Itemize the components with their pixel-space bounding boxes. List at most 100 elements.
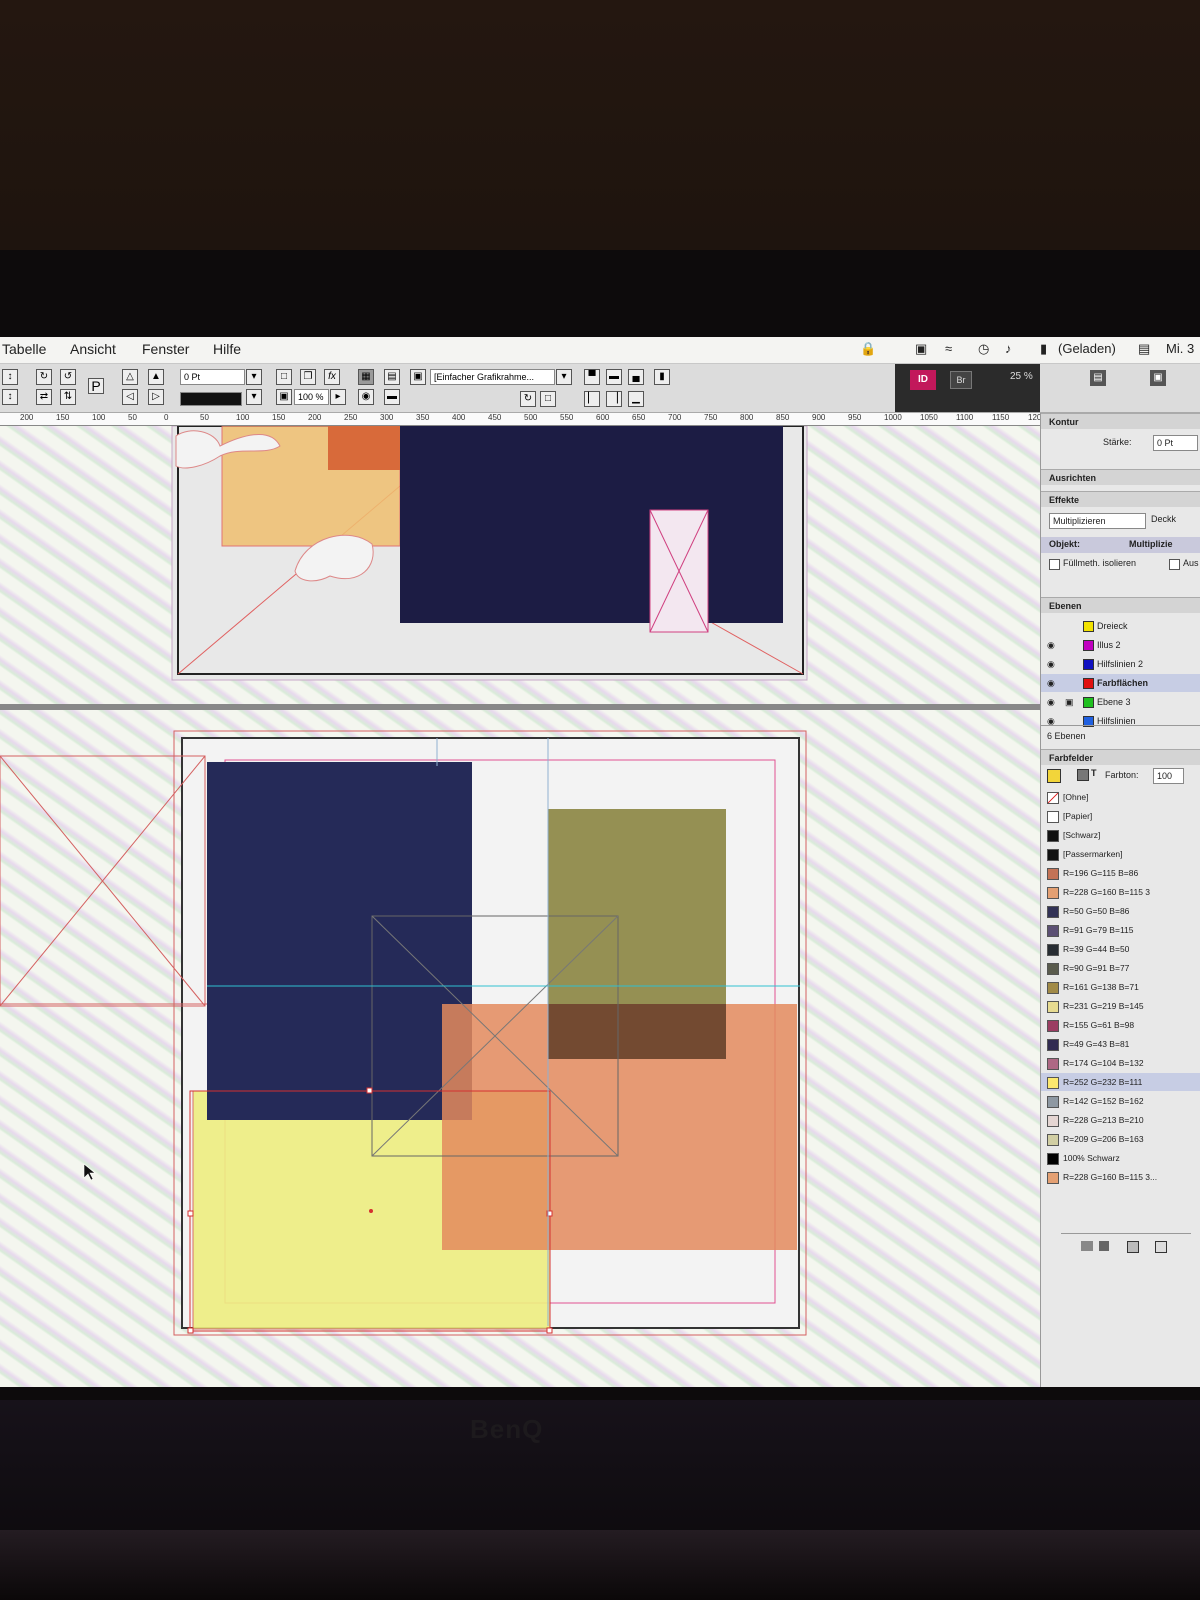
ebenen-panel-header[interactable]: Ebenen — [1041, 597, 1200, 613]
farbfelder-panel-header[interactable]: Farbfelder — [1041, 749, 1200, 765]
layer-row[interactable]: ◉ Hilfslinien 2 — [1041, 655, 1200, 673]
stroke-type-dropdown-icon[interactable]: ▾ — [246, 389, 262, 405]
wrap-shape-icon[interactable]: ◉ — [358, 389, 374, 405]
volume-icon[interactable]: ♪ — [1005, 341, 1012, 356]
opacity-icon[interactable]: ▣ — [276, 389, 292, 405]
zoom-level[interactable]: 25 % — [1010, 371, 1033, 382]
swatch-row[interactable]: [Ohne] — [1041, 788, 1200, 806]
view-options-icon[interactable]: ▤ — [1090, 370, 1106, 386]
stroke-weight-field[interactable]: 0 Pt — [180, 369, 245, 385]
text-t-icon[interactable]: T — [1091, 768, 1097, 778]
wrap-icon[interactable]: ▦ — [358, 369, 374, 385]
ausrichten-panel-header[interactable]: Ausrichten — [1041, 469, 1200, 485]
wrap-jump-icon[interactable]: ▬ — [384, 389, 400, 405]
swatch-row[interactable]: R=252 G=232 B=111 — [1041, 1073, 1200, 1091]
clock[interactable]: Mi. 3 — [1166, 341, 1194, 356]
swatch-row[interactable]: R=49 G=43 B=81 — [1041, 1035, 1200, 1053]
new-color-group-icon[interactable] — [1099, 1241, 1109, 1251]
swatch-row[interactable]: R=91 G=79 B=115 — [1041, 921, 1200, 939]
rotate-icon[interactable]: ↻ — [36, 369, 52, 385]
layer-row[interactable]: ◉ Illus 2 — [1041, 636, 1200, 654]
align-right-icon[interactable]: ▄ — [628, 369, 644, 385]
eye-icon[interactable]: ◉ — [1047, 693, 1055, 711]
opacity-arrow-icon[interactable]: ▸ — [330, 389, 346, 405]
show-swatches-icon[interactable] — [1081, 1241, 1093, 1251]
swatch-row[interactable]: R=231 G=219 B=145 — [1041, 997, 1200, 1015]
menu-tabelle[interactable]: Tabelle — [2, 341, 46, 357]
display-icon[interactable]: ▣ — [915, 341, 927, 357]
swatch-row[interactable]: R=196 G=115 B=86 — [1041, 864, 1200, 882]
bridge-badge[interactable]: Br — [950, 371, 972, 389]
menu-hilfe[interactable]: Hilfe — [213, 341, 241, 357]
swatch-row[interactable]: R=228 G=160 B=115 3... — [1041, 1168, 1200, 1186]
eye-icon[interactable]: ◉ — [1047, 655, 1055, 673]
layer-row[interactable]: ◉ Hilfslinien — [1041, 712, 1200, 730]
align-middle-icon[interactable]: ▕ — [606, 391, 622, 407]
wrap-around-icon[interactable]: ▤ — [384, 369, 400, 385]
swatch-row[interactable]: R=142 G=152 B=162 — [1041, 1092, 1200, 1110]
delete-swatch-icon[interactable] — [1155, 1241, 1167, 1253]
align-top-icon[interactable]: ▏ — [584, 391, 600, 407]
frame-fitting-icon[interactable]: □ — [276, 369, 292, 385]
screen-mode-icon[interactable]: ▣ — [1150, 370, 1166, 386]
swatch-row[interactable]: R=228 G=213 B=210 — [1041, 1111, 1200, 1129]
object-style-icon[interactable]: ▣ — [410, 369, 426, 385]
eye-icon[interactable]: ◉ — [1047, 636, 1055, 654]
effekte-panel-header[interactable]: Effekte — [1041, 491, 1200, 507]
new-swatch-icon[interactable] — [1127, 1241, 1139, 1253]
layer-row[interactable]: ◉ ▣ Ebene 3 — [1041, 693, 1200, 711]
align-center-icon[interactable]: ▬ — [606, 369, 622, 385]
swatch-row[interactable]: 100% Schwarz — [1041, 1149, 1200, 1167]
fill-stroke-icon[interactable] — [1047, 769, 1061, 783]
align-left-icon[interactable]: ▀ — [584, 369, 600, 385]
clear-overrides-icon[interactable]: ↻ — [520, 391, 536, 407]
horizontal-ruler[interactable]: 200 150 100 50 0 50 100 150 200 250 300 350 400 450 50… — [0, 413, 1060, 426]
drop-shadow-icon[interactable]: ❐ — [300, 369, 316, 385]
eye-icon[interactable]: ◉ — [1047, 674, 1055, 692]
battery-status[interactable]: (Geladen) — [1058, 341, 1116, 356]
rotate-ccw-icon[interactable]: ↺ — [60, 369, 76, 385]
select-content-icon[interactable]: ▲ — [148, 369, 164, 385]
align-bottom-icon[interactable]: ▁ — [628, 391, 644, 407]
select-previous-icon[interactable]: ◁ — [122, 389, 138, 405]
swatch-row[interactable]: R=39 G=44 B=50 — [1041, 940, 1200, 958]
lock-icon[interactable]: 🔒 — [860, 341, 876, 357]
select-container-icon[interactable]: △ — [122, 369, 138, 385]
tint-field[interactable]: 100 — [1153, 768, 1184, 784]
input-menu-icon[interactable]: ▤ — [1138, 341, 1150, 357]
reference-point-icon-2[interactable]: ↕ — [2, 389, 18, 405]
reference-point-icon[interactable]: ↕ — [2, 369, 18, 385]
effekte-object-row[interactable]: Objekt: Multiplizie — [1041, 537, 1200, 553]
document-canvas[interactable] — [0, 426, 1055, 1387]
stroke-type-swatch[interactable] — [180, 392, 242, 406]
kontur-panel-header[interactable]: Kontur — [1041, 413, 1200, 429]
wifi-icon[interactable]: ≈ — [945, 341, 952, 356]
object-style-select[interactable]: [Einfacher Grafikrahme... — [430, 369, 555, 385]
eye-icon[interactable]: ◉ — [1047, 712, 1055, 730]
stroke-strength-field[interactable]: 0 Pt — [1153, 435, 1198, 451]
layer-row[interactable]: Dreieck — [1041, 617, 1200, 635]
fx-icon[interactable]: fx — [324, 369, 340, 385]
swatch-row[interactable]: [Schwarz] — [1041, 826, 1200, 844]
swatch-row[interactable]: R=209 G=206 B=163 — [1041, 1130, 1200, 1148]
battery-icon[interactable]: ▮ — [1040, 341, 1047, 357]
swatch-row[interactable]: R=155 G=61 B=98 — [1041, 1016, 1200, 1034]
menu-ansicht[interactable]: Ansicht — [70, 341, 116, 357]
container-icon[interactable] — [1077, 769, 1089, 781]
redefine-style-icon[interactable]: □ — [540, 391, 556, 407]
blend-mode-select[interactable]: Multiplizieren — [1049, 513, 1146, 529]
swatch-row[interactable]: R=228 G=160 B=115 3 — [1041, 883, 1200, 901]
layer-row[interactable]: ◉ Farbflächen — [1041, 674, 1200, 692]
time-machine-icon[interactable]: ◷ — [978, 341, 989, 357]
flip-vertical-icon[interactable]: ⇅ — [60, 389, 76, 405]
swatch-row[interactable]: R=174 G=104 B=132 — [1041, 1054, 1200, 1072]
swatch-row[interactable]: R=161 G=138 B=71 — [1041, 978, 1200, 996]
isolate-checkbox[interactable] — [1049, 559, 1060, 570]
select-next-icon[interactable]: ▷ — [148, 389, 164, 405]
distribute-icon[interactable]: ▮ — [654, 369, 670, 385]
swatch-row[interactable]: [Papier] — [1041, 807, 1200, 825]
swatch-row[interactable]: R=90 G=91 B=77 — [1041, 959, 1200, 977]
text-p-icon[interactable]: P — [88, 378, 104, 394]
lock-toggle-icon[interactable]: ▣ — [1065, 693, 1074, 711]
knockout-checkbox[interactable] — [1169, 559, 1180, 570]
